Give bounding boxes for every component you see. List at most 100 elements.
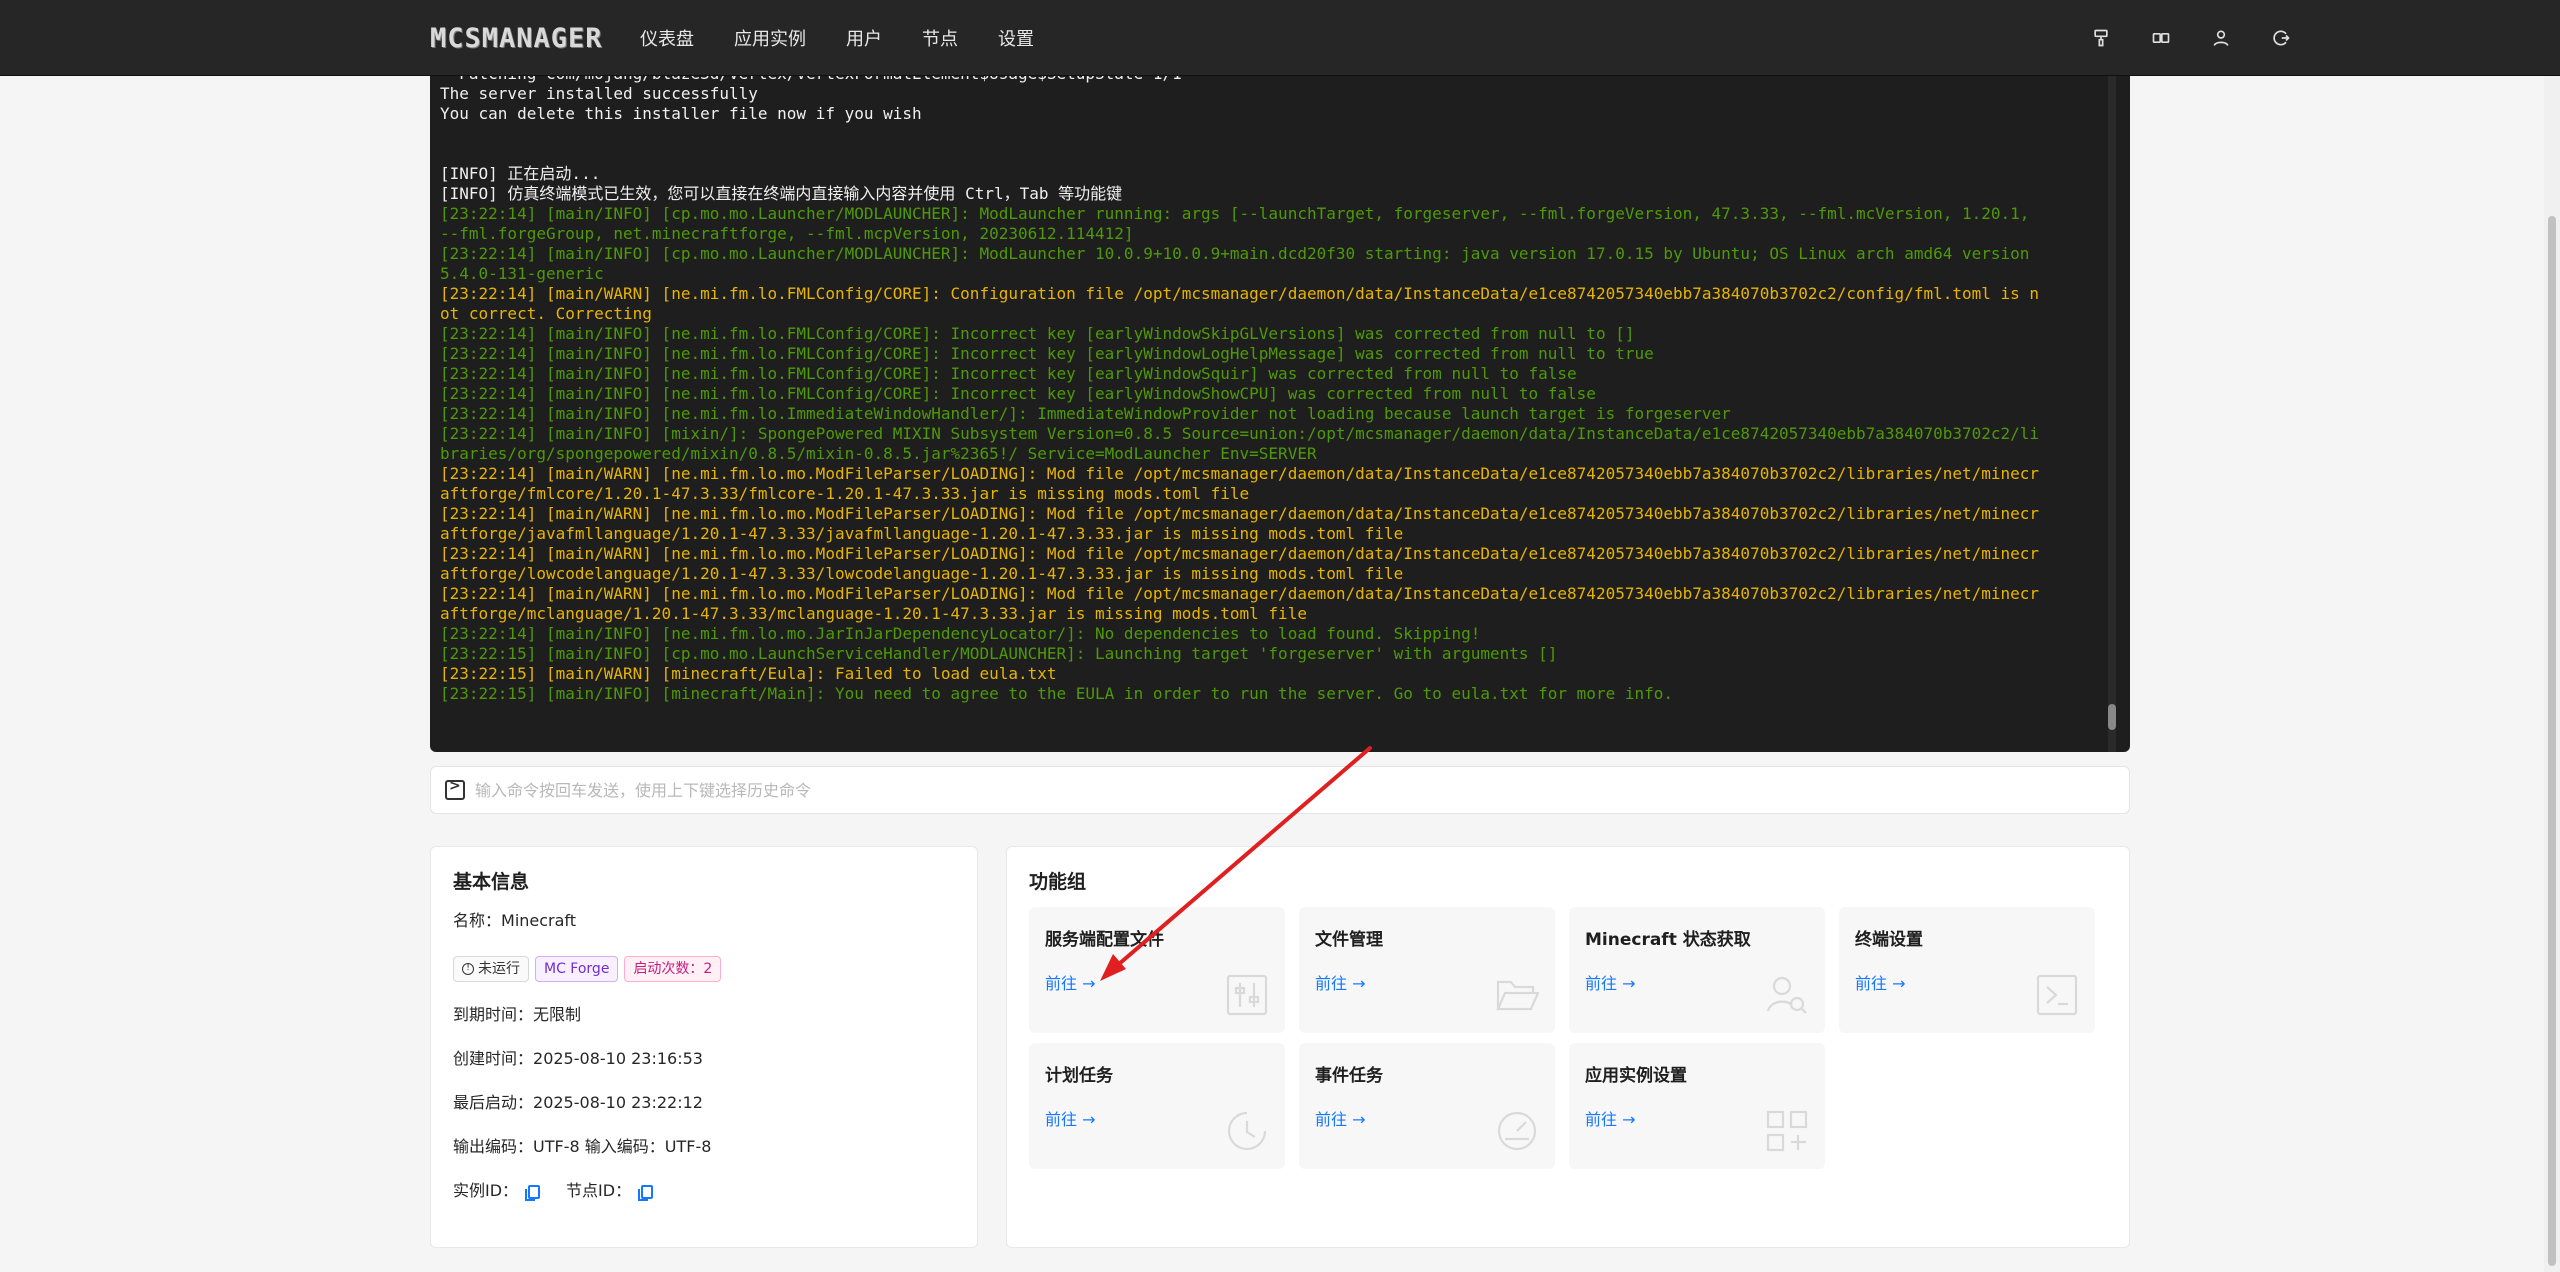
- created-label: 创建时间：: [453, 1049, 534, 1068]
- goto-link[interactable]: 前往 →: [1045, 970, 1096, 994]
- goto-link[interactable]: 前往 →: [1315, 970, 1366, 994]
- app-logo[interactable]: MCSMANAGER: [430, 23, 603, 54]
- info-circle-icon: !: [462, 963, 474, 975]
- instance-name-value: Minecraft: [501, 911, 577, 930]
- created-row: 创建时间：2025-08-10 23:16:53: [453, 1046, 955, 1072]
- nav-users[interactable]: 用户: [846, 25, 882, 51]
- terminal-line: [23:22:14] [main/INFO] [ne.mi.fm.lo.Imme…: [440, 404, 1731, 423]
- terminal-output[interactable]: Patching com/mojang/blaze3d/vertex/Verte…: [430, 76, 2130, 752]
- created-value: 2025-08-10 23:16:53: [533, 1049, 703, 1068]
- status-badge-text: 未运行: [478, 961, 520, 977]
- tile-event-tasks[interactable]: 事件任务 前往 →: [1299, 1043, 1555, 1169]
- copy-instance-id-icon[interactable]: [525, 1184, 541, 1201]
- terminal-line: [23:22:14] [main/INFO] [ne.mi.fm.lo.FMLC…: [440, 364, 1577, 383]
- instance-tags: ! 未运行 MC Forge 启动次数：2: [453, 956, 955, 982]
- basic-info-title: 基本信息: [453, 871, 530, 893]
- status-badge: ! 未运行: [453, 956, 529, 982]
- page-scroll-thumb[interactable]: [2548, 216, 2556, 1266]
- copy-node-id-icon[interactable]: [638, 1184, 654, 1201]
- terminal-line: [INFO] 仿真终端模式已生效，您可以直接在终端内直接输入内容并使用 Ctrl…: [440, 184, 1123, 203]
- terminal-line: Patching com/mojang/blaze3d/vertex/Verte…: [440, 76, 2039, 84]
- ids-row: 实例ID： 节点ID：: [453, 1178, 955, 1204]
- tile-terminal-settings[interactable]: 终端设置 前往 →: [1839, 907, 2095, 1033]
- terminal-line: [23:22:14] [main/WARN] [ne.mi.fm.lo.mo.M…: [440, 504, 2040, 523]
- node-id-label: 节点ID：: [566, 1181, 632, 1200]
- terminal-icon: [2035, 973, 2079, 1017]
- tile-server-config[interactable]: 服务端配置文件 前往 →: [1029, 907, 1285, 1033]
- user-search-icon: [1765, 973, 1809, 1017]
- terminal-scrollbar[interactable]: [2108, 76, 2116, 752]
- terminal-line: [23:22:14] [main/INFO] [ne.mi.fm.lo.FMLC…: [440, 324, 1635, 343]
- type-badge: MC Forge: [535, 956, 619, 982]
- tile-title: 终端设置: [1855, 930, 1923, 950]
- terminal-line: You can delete this installer file now i…: [440, 104, 922, 123]
- terminal-line: [23:22:14] [main/INFO] [cp.mo.mo.Launche…: [440, 204, 2030, 223]
- goto-link[interactable]: 前往 →: [1585, 1106, 1636, 1130]
- nav-tools: [2052, 0, 2292, 76]
- last-start-label: 最后启动：: [453, 1093, 534, 1112]
- output-encoding-label: 输出编码：: [453, 1137, 534, 1156]
- instance-name-label: 名称：: [453, 911, 502, 930]
- command-input[interactable]: [475, 780, 2075, 800]
- nav-dashboard[interactable]: 仪表盘: [640, 25, 694, 51]
- user-icon[interactable]: [2210, 27, 2232, 49]
- terminal-line: The server installed successfully: [440, 84, 758, 103]
- tile-title: Minecraft 状态获取: [1585, 930, 1751, 950]
- expire-row: 到期时间：无限制: [453, 1002, 955, 1028]
- goto-link[interactable]: 前往 →: [1315, 1106, 1366, 1130]
- terminal-prompt-icon: [445, 778, 465, 800]
- terminal-line: [23:22:14] [main/INFO] [ne.mi.fm.lo.FMLC…: [440, 384, 1596, 403]
- nav-nodes[interactable]: 节点: [922, 25, 958, 51]
- nav-settings[interactable]: 设置: [998, 25, 1034, 51]
- goto-link[interactable]: 前往 →: [1855, 970, 1906, 994]
- terminal-line: [23:22:14] [main/WARN] [ne.mi.fm.lo.mo.M…: [440, 584, 2040, 603]
- tile-title: 服务端配置文件: [1045, 930, 1164, 950]
- goto-link[interactable]: 前往 →: [1585, 970, 1636, 994]
- terminal-line: [23:22:14] [main/WARN] [ne.mi.fm.lo.mo.M…: [440, 464, 2040, 483]
- clock-icon: [1225, 1109, 1269, 1153]
- terminal-line: [23:22:14] [main/INFO] [cp.mo.mo.Launche…: [440, 244, 2030, 263]
- grid-icon: [1765, 1109, 1809, 1153]
- expire-label: 到期时间：: [453, 1005, 534, 1024]
- tile-minecraft-status[interactable]: Minecraft 状态获取 前往 →: [1569, 907, 1825, 1033]
- tile-file-manager[interactable]: 文件管理 前往 →: [1299, 907, 1555, 1033]
- terminal-line: ot correct. Correcting: [440, 304, 652, 323]
- dashboard-icon: [1495, 1109, 1539, 1153]
- tile-title: 应用实例设置: [1585, 1066, 1687, 1086]
- terminal-scroll-thumb[interactable]: [2108, 704, 2116, 730]
- page-scrollbar[interactable]: [2544, 76, 2560, 1272]
- goto-link[interactable]: 前往 →: [1045, 1106, 1096, 1130]
- sliders-icon: [1225, 973, 1269, 1017]
- terminal-line: aftforge/lowcodelanguage/1.20.1-47.3.33/…: [440, 564, 1404, 583]
- terminal-line: [INFO] 正在启动...: [440, 164, 601, 183]
- tile-instance-settings[interactable]: 应用实例设置 前往 →: [1569, 1043, 1825, 1169]
- tile-scheduled-tasks[interactable]: 计划任务 前往 →: [1029, 1043, 1285, 1169]
- terminal-line: aftforge/fmlcore/1.20.1-47.3.33/fmlcore-…: [440, 484, 1250, 503]
- main-nav: 仪表盘 应用实例 用户 节点 设置: [640, 0, 1074, 76]
- top-navbar: MCSMANAGER 仪表盘 应用实例 用户 节点 设置: [0, 0, 2560, 76]
- puzzle-icon[interactable]: [2150, 27, 2172, 49]
- command-bar: [430, 766, 2130, 814]
- terminal-lines: Patching com/mojang/blaze3d/vertex/Verte…: [440, 76, 2039, 704]
- terminal-line: [23:22:15] [main/INFO] [cp.mo.mo.LaunchS…: [440, 644, 1558, 663]
- terminal-line: [23:22:14] [main/WARN] [ne.mi.fm.lo.mo.M…: [440, 544, 2040, 563]
- terminal-line: 5.4.0-131-generic: [440, 264, 604, 283]
- logout-icon[interactable]: [2270, 27, 2292, 49]
- terminal-line: [23:22:14] [main/INFO] [ne.mi.fm.lo.mo.J…: [440, 624, 1481, 643]
- brush-icon[interactable]: [2090, 27, 2112, 49]
- instance-name-row: 名称：Minecraft: [453, 908, 955, 934]
- terminal-line: [23:22:14] [main/INFO] [mixin/]: SpongeP…: [440, 424, 2040, 443]
- instance-id-label: 实例ID：: [453, 1181, 519, 1200]
- encoding-row: 输出编码：UTF-8 输入编码：UTF-8: [453, 1134, 955, 1160]
- nav-instances[interactable]: 应用实例: [734, 25, 806, 51]
- terminal-line: braries/org/spongepowered/mixin/0.8.5/mi…: [440, 444, 1317, 463]
- terminal-line: [23:22:14] [main/WARN] [ne.mi.fm.lo.FMLC…: [440, 284, 2040, 303]
- folder-open-icon: [1495, 973, 1540, 1017]
- terminal-line: [23:22:15] [main/WARN] [minecraft/Eula]:…: [440, 664, 1057, 683]
- terminal-line: [23:22:15] [main/INFO] [minecraft/Main]:…: [440, 684, 1673, 703]
- basic-info-card: 基本信息 名称：Minecraft ! 未运行 MC Forge 启动次数：2 到…: [430, 846, 978, 1248]
- terminal-line: [23:22:14] [main/INFO] [ne.mi.fm.lo.FMLC…: [440, 344, 1654, 363]
- terminal-line: aftforge/javafmllanguage/1.20.1-47.3.33/…: [440, 524, 1404, 543]
